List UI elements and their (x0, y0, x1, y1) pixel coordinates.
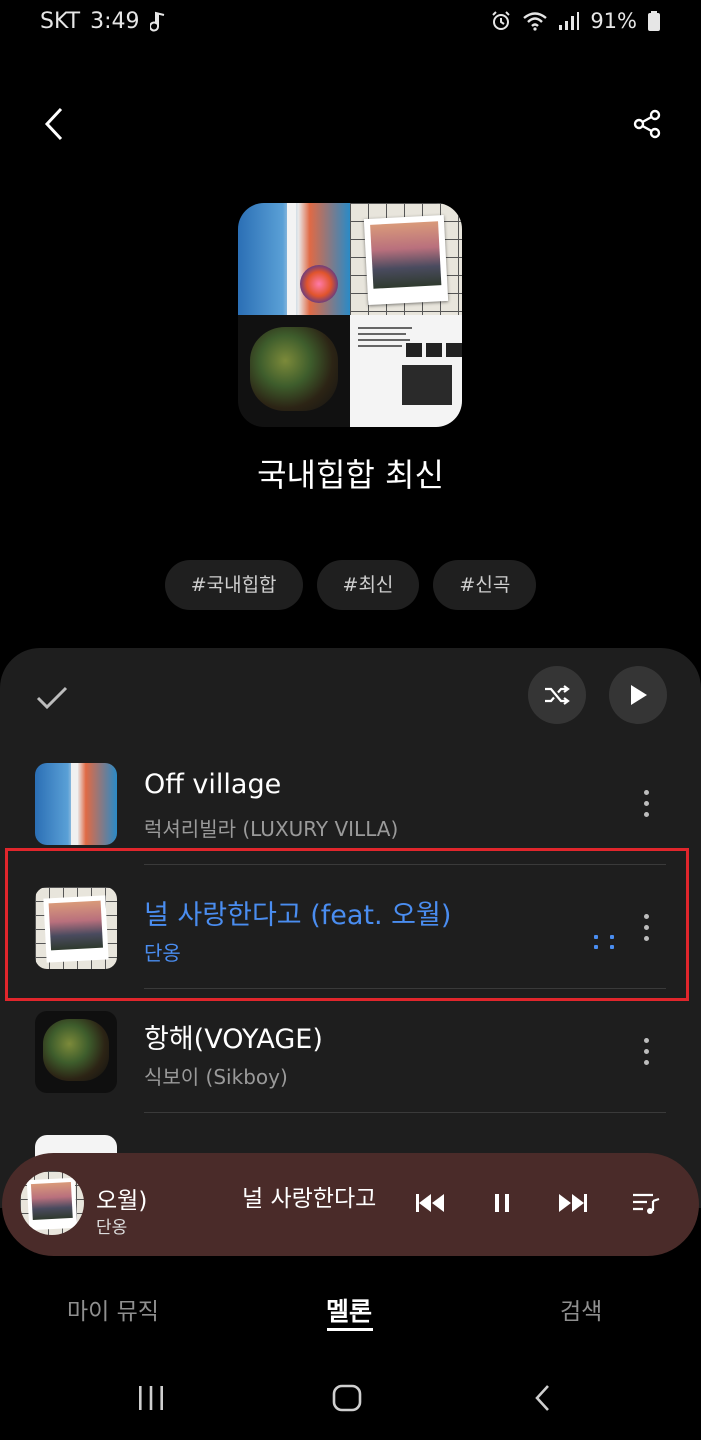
battery-icon (648, 11, 660, 31)
status-right: 91% (490, 9, 661, 33)
playlist-cover (238, 203, 462, 427)
play-all-button[interactable] (609, 666, 667, 724)
status-left: SKT 3:49 (40, 9, 168, 34)
more-options-icon[interactable] (630, 781, 662, 825)
track-artist: 식보이 (Sikboy) (144, 1065, 288, 1089)
music-note-icon (149, 11, 164, 31)
shuffle-button[interactable] (528, 666, 586, 724)
track-artist: 럭셔리빌라 (LUXURY VILLA) (144, 817, 399, 841)
carrier-label: SKT (40, 9, 81, 34)
system-navigation-bar (0, 1360, 701, 1440)
cover-art-voyage (238, 315, 350, 427)
mini-player-artist: 단옹 (96, 1218, 128, 1238)
home-button[interactable] (322, 1378, 372, 1418)
tag-chip[interactable]: #국내힙합 (164, 560, 303, 610)
queue-music-icon (633, 1193, 660, 1214)
select-button[interactable] (30, 676, 74, 720)
signal-icon (559, 12, 580, 30)
chevron-left-icon (44, 107, 63, 141)
more-options-icon[interactable] (630, 1029, 662, 1073)
tag-chip[interactable]: #최신 (316, 560, 420, 610)
cover-art-polaroid (350, 203, 462, 315)
share-icon (633, 109, 661, 139)
check-icon (36, 686, 68, 710)
battery-percent: 91% (590, 9, 637, 33)
track-title: Off village (144, 769, 282, 800)
back-button[interactable] (30, 100, 78, 148)
track-thumbnail (35, 1011, 117, 1093)
cover-art-villa (238, 203, 350, 315)
playlist-title: 국내힙합 최신 (257, 456, 444, 494)
playlist-button[interactable] (626, 1183, 666, 1223)
highlight-box (5, 848, 689, 1001)
pause-button[interactable] (482, 1183, 522, 1223)
shuffle-icon (545, 685, 570, 705)
track-title: 항해(VOYAGE) (144, 1024, 323, 1055)
tab-melon[interactable]: 멜론 (326, 1292, 372, 1328)
recent-apps-button[interactable] (126, 1378, 176, 1418)
tab-my-music[interactable]: 마이 뮤직 (67, 1292, 159, 1326)
recent-apps-icon (139, 1386, 163, 1410)
next-button[interactable] (553, 1183, 593, 1223)
previous-button[interactable] (410, 1183, 450, 1223)
track-thumbnail (35, 763, 117, 845)
back-arrow-icon (535, 1385, 549, 1411)
tab-search[interactable]: 검색 (560, 1292, 602, 1326)
mini-player-thumbnail (20, 1171, 84, 1235)
skip-previous-icon (416, 1194, 444, 1212)
share-button[interactable] (623, 100, 671, 148)
status-bar: SKT 3:49 91% (0, 0, 701, 46)
track-row[interactable]: Off village 럭셔리빌라 (LUXURY VILLA) (0, 741, 701, 865)
clock: 3:49 (90, 9, 140, 34)
active-tab-indicator (327, 1328, 373, 1331)
pause-icon (495, 1194, 509, 1212)
tag-chip[interactable]: #신곡 (433, 560, 537, 610)
tag-list: #국내힙합 #최신 #신곡 (0, 560, 701, 610)
mini-player-title: 널 사랑한다고 (242, 1186, 377, 1212)
cover-art-document (350, 315, 462, 427)
bottom-navigation: 마이 뮤직 멜론 검색 (0, 1276, 701, 1346)
system-back-button[interactable] (518, 1378, 568, 1418)
alarm-icon (492, 11, 511, 30)
home-icon (332, 1384, 362, 1412)
play-icon (631, 685, 647, 705)
skip-next-icon (559, 1194, 587, 1212)
track-row[interactable]: 항해(VOYAGE) 식보이 (Sikboy) (0, 989, 701, 1113)
mini-player[interactable]: 오월) 널 사랑한다고 단옹 (2, 1153, 699, 1256)
wifi-icon (523, 12, 548, 31)
mini-player-title-tail: 오월) (96, 1188, 148, 1214)
